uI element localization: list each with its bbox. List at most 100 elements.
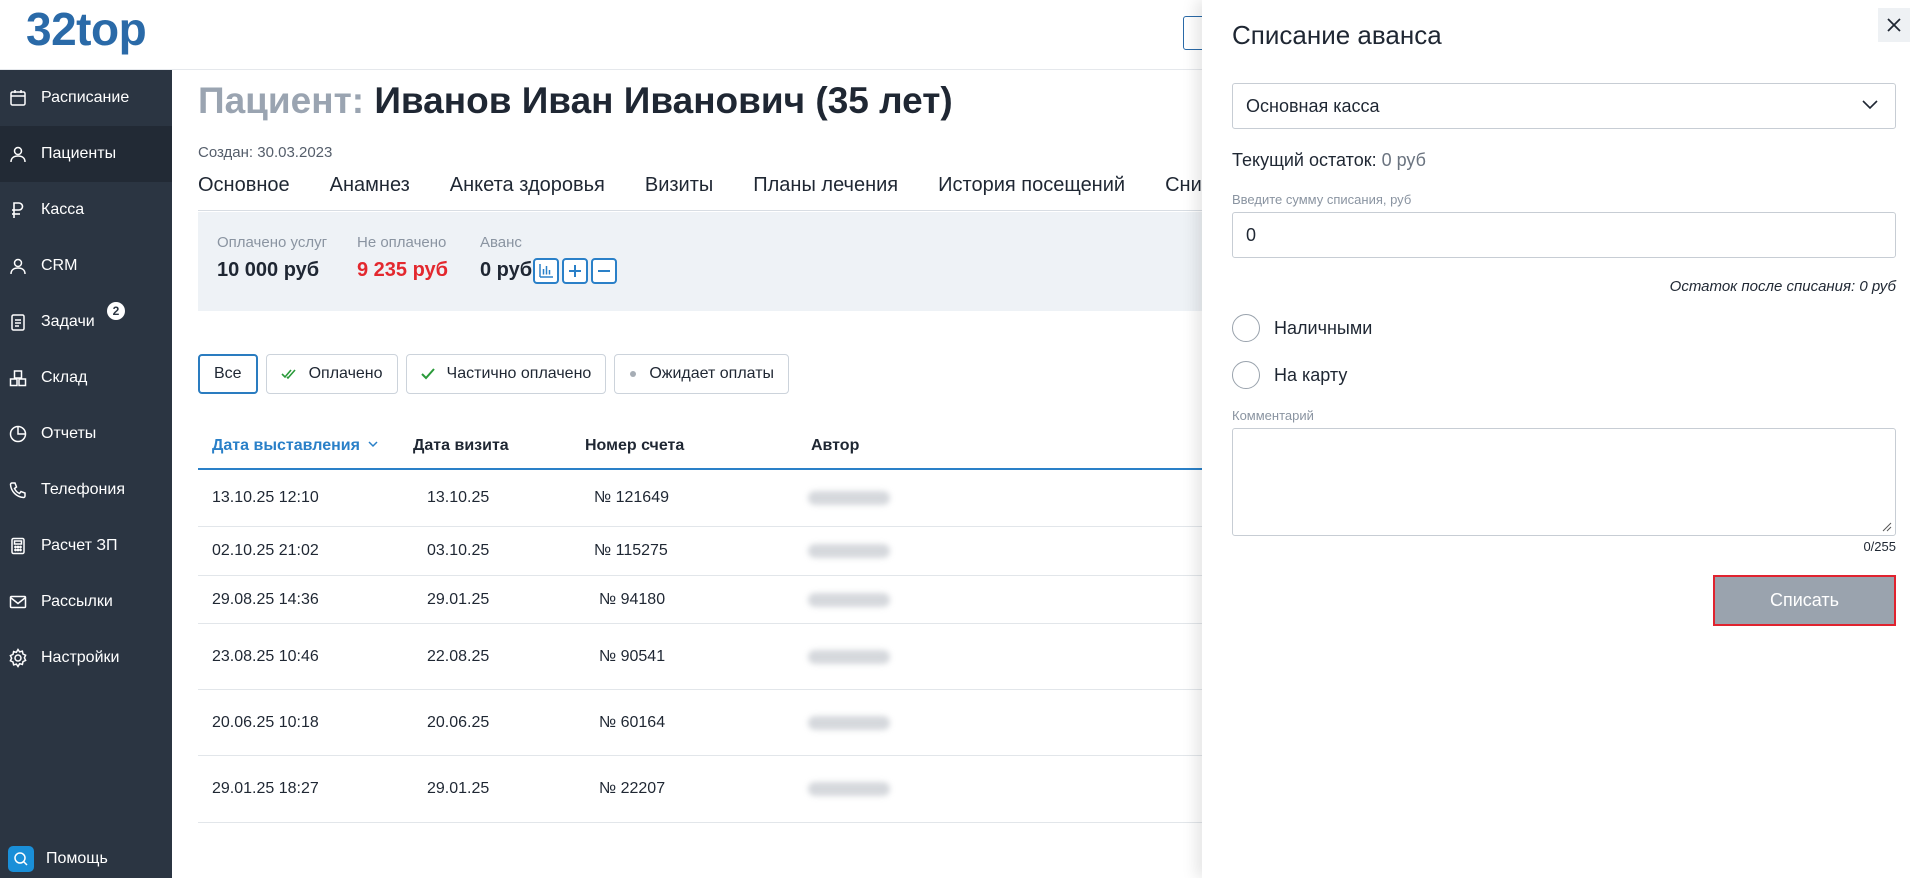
author-blurred (808, 716, 890, 730)
advance-label: Аванс (480, 234, 522, 251)
help-button[interactable]: Помощь (0, 840, 172, 878)
sidebar-item-tasks[interactable]: Задачи 2 (0, 294, 172, 350)
sidebar-item-label: Настройки (41, 649, 120, 666)
mail-icon (8, 592, 28, 612)
invoice-number-cell: № 22207 (599, 780, 666, 797)
visit-date-cell: 20.06.25 (427, 714, 490, 731)
payment-summary: Оплачено услуг 10 000 руб Не оплачено 9 … (198, 212, 1202, 311)
close-icon (1887, 18, 1901, 32)
sidebar-item-crm[interactable]: CRM (0, 238, 172, 294)
filter-paid-button[interactable]: Оплачено (265, 354, 398, 394)
app-logo[interactable]: 32top (26, 2, 147, 56)
table-row[interactable]: 23.08.25 10:46 22.08.25 № 90541 (198, 624, 1202, 690)
tab-visits[interactable]: Визиты (645, 174, 713, 206)
invoice-number-cell: № 90541 (599, 648, 666, 665)
sidebar-item-label: Задачи (41, 313, 95, 330)
sidebar-item-cash[interactable]: Касса (0, 182, 172, 238)
sidebar-item-label: Отчеты (41, 425, 97, 442)
phone-icon (8, 480, 28, 500)
radio-circle[interactable] (1232, 361, 1260, 389)
invoice-number-cell: № 121649 (594, 489, 669, 506)
sidebar-item-label: Склад (41, 369, 88, 386)
balance-value: 0 руб (1381, 150, 1426, 170)
header-label: Дата выставления (212, 437, 360, 454)
tab-treatment-plans[interactable]: Планы лечения (753, 174, 898, 206)
table-row[interactable]: 29.08.25 14:36 29.01.25 № 94180 (198, 576, 1202, 624)
writeoff-submit-button[interactable]: Списать (1713, 575, 1896, 626)
clipboard-icon (8, 312, 28, 332)
table-row[interactable]: 29.01.25 18:27 29.01.25 № 22207 (198, 756, 1202, 823)
tab-main[interactable]: Основное (198, 174, 290, 206)
chat-icon (8, 846, 34, 872)
radio-card[interactable]: На карту (1232, 361, 1347, 389)
patient-name: Иванов Иван Иванович (35 лет) (374, 80, 953, 121)
bar-chart-icon (539, 264, 553, 278)
tab-more[interactable]: Сни (1165, 174, 1202, 206)
balance-label: Текущий остаток: (1232, 150, 1377, 170)
invoice-number-cell: № 94180 (599, 591, 666, 608)
boxes-icon (8, 368, 28, 388)
sidebar-item-settings[interactable]: Настройки (0, 630, 172, 686)
radio-label: Наличными (1274, 317, 1373, 338)
sidebar-item-label: Расчет ЗП (41, 537, 118, 554)
filter-partial-button[interactable]: Частично оплачено (405, 354, 607, 394)
sidebar-item-reports[interactable]: Отчеты (0, 406, 172, 462)
add-advance-button[interactable] (562, 258, 588, 284)
table-row[interactable]: 13.10.25 12:10 13.10.25 № 121649 (198, 470, 1202, 527)
chevron-down-icon (368, 441, 378, 448)
writeoff-advance-button[interactable] (591, 258, 617, 284)
advance-history-button[interactable] (533, 258, 559, 284)
sidebar-item-payroll[interactable]: Расчет ЗП (0, 518, 172, 574)
gear-icon (8, 648, 28, 668)
plus-icon (569, 265, 581, 277)
close-button[interactable] (1878, 8, 1910, 42)
sidebar-item-schedule[interactable]: Расписание (0, 70, 172, 126)
created-date: Создан: 30.03.2023 (198, 144, 333, 161)
calculator-icon (8, 536, 28, 556)
radio-label: На карту (1274, 364, 1348, 385)
tab-visit-history[interactable]: История посещений (938, 174, 1125, 206)
visit-date-cell: 29.01.25 (427, 780, 490, 797)
radio-circle[interactable] (1232, 314, 1260, 342)
header-visit-date[interactable]: Дата визита (413, 437, 509, 455)
sidebar-item-label: Рассылки (41, 593, 113, 610)
paid-label: Оплачено услуг (217, 234, 328, 251)
user-icon (8, 256, 28, 276)
header-invoice-number[interactable]: Номер счета (585, 437, 684, 455)
header-issued-date[interactable]: Дата выставления (212, 437, 378, 455)
amount-input[interactable] (1232, 212, 1896, 258)
table-row[interactable]: 02.10.25 21:02 03.10.25 № 115275 (198, 527, 1202, 576)
chevron-down-icon (1862, 100, 1878, 110)
table-row[interactable]: 20.06.25 10:18 20.06.25 № 60164 (198, 690, 1202, 756)
paid-value: 10 000 руб (217, 259, 320, 281)
sidebar-item-telephony[interactable]: Телефония (0, 462, 172, 518)
issued-date-cell: 29.01.25 18:27 (212, 780, 319, 797)
sidebar-item-label: CRM (41, 257, 78, 274)
issued-date-cell: 23.08.25 10:46 (212, 648, 319, 665)
sidebar-item-warehouse[interactable]: Склад (0, 350, 172, 406)
tab-health-form[interactable]: Анкета здоровья (450, 174, 605, 206)
sidebar-item-mailings[interactable]: Рассылки (0, 574, 172, 630)
dot-icon (629, 370, 637, 378)
comment-textarea[interactable] (1232, 428, 1896, 536)
remaining-after-writeoff: Остаток после списания: 0 руб (1669, 278, 1896, 295)
filter-all-button[interactable]: Все (198, 354, 258, 394)
issued-date-cell: 13.10.25 12:10 (212, 489, 319, 506)
patient-prefix: Пациент: (198, 80, 365, 121)
sidebar-item-patients[interactable]: Пациенты (0, 126, 172, 182)
cashbox-select[interactable]: Основная касса (1232, 83, 1896, 129)
main-content: Пациент: Иванов Иван Иванович (35 лет) С… (172, 70, 1202, 878)
comment-char-counter: 0/255 (1863, 539, 1896, 554)
header-author[interactable]: Автор (811, 437, 859, 455)
filter-pending-button[interactable]: Ожидает оплаты (614, 354, 790, 394)
invoice-number-cell: № 115275 (594, 542, 668, 559)
tab-anamnesis[interactable]: Анамнез (330, 174, 410, 206)
sidebar-item-label: Пациенты (41, 145, 117, 162)
resize-handle-icon[interactable] (1882, 522, 1892, 532)
user-icon (8, 144, 28, 164)
radio-cash[interactable]: Наличными (1232, 314, 1372, 342)
advance-value: 0 руб (480, 259, 533, 281)
tasks-count-badge: 2 (107, 302, 125, 320)
author-blurred (808, 650, 890, 664)
unpaid-summary: Не оплачено 9 235 руб (357, 234, 448, 282)
